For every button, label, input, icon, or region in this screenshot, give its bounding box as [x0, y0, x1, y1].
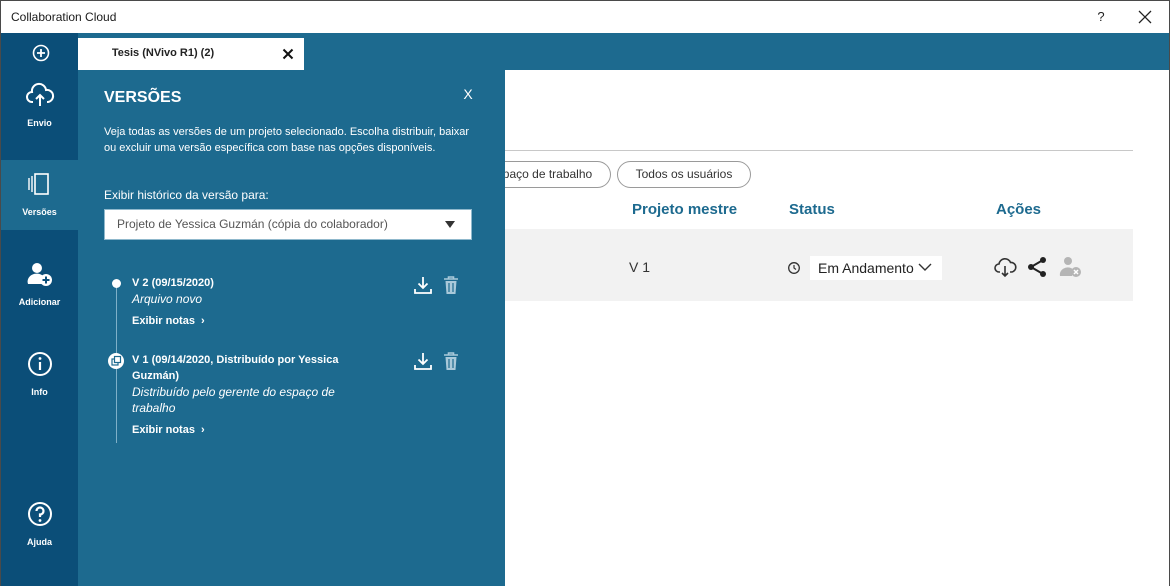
panel-title: VERSÕES — [104, 89, 182, 106]
sidebar-item-versoes[interactable]: Versões — [1, 160, 78, 230]
caret-down-icon — [445, 221, 455, 228]
copy-version-icon — [108, 353, 124, 369]
info-icon — [28, 352, 52, 376]
versions-icon — [28, 173, 49, 195]
show-notes-label: Exibir notas — [132, 315, 195, 327]
help-button[interactable]: ? — [1091, 7, 1111, 27]
app-title: Collaboration Cloud — [11, 10, 117, 24]
share-icon[interactable] — [1025, 255, 1049, 279]
cloud-download-icon[interactable] — [993, 255, 1017, 279]
column-header-master: Projeto mestre — [632, 201, 738, 218]
chevron-down-icon — [918, 263, 932, 271]
chevron-right-icon: › — [200, 424, 205, 436]
add-user-icon — [27, 263, 52, 286]
tab-strip: Tesis (NVivo R1) (2) — [1, 33, 1169, 70]
download-icon[interactable] — [413, 351, 433, 371]
sidebar-item-label: Envio — [27, 118, 52, 128]
version-subtitle: Distribuído pelo gerente do espaço de tr… — [132, 385, 335, 415]
remove-user-icon[interactable] — [1058, 255, 1082, 279]
title-bar: Collaboration Cloud ? — [1, 1, 1169, 33]
show-notes-link[interactable]: Exibir notas › — [132, 422, 352, 438]
sidebar-item-label: Info — [31, 387, 48, 397]
trash-icon[interactable] — [442, 275, 460, 295]
show-notes-link[interactable]: Exibir notas › — [132, 313, 372, 329]
main-content: paço de trabalho Todos os usuários Proje… — [485, 70, 1169, 586]
master-version: V 1 — [629, 259, 651, 275]
version-item: V 1 (09/14/2020, Distribuído por Yessica… — [132, 352, 352, 438]
project-select[interactable]: Projeto de Yessica Guzmán (cópia do cola… — [104, 209, 472, 240]
versions-panel: VERSÕES X Veja todas as versões de um pr… — [78, 70, 505, 586]
sidebar-item-info[interactable]: Info — [1, 340, 78, 410]
filter-all-users-button[interactable]: Todos os usuários — [617, 161, 751, 188]
version-heading: V 1 (09/14/2020, Distribuído por Yessica… — [132, 354, 339, 382]
panel-close-button[interactable]: X — [461, 86, 475, 104]
divider — [505, 150, 1133, 151]
close-icon — [1138, 10, 1152, 24]
timeline-dot — [112, 279, 121, 288]
sidebar-item-ajuda[interactable]: Ajuda — [1, 490, 78, 560]
status-select[interactable]: Em Andamento — [810, 256, 942, 280]
tab-close-icon[interactable] — [282, 48, 294, 60]
window-close-button[interactable] — [1134, 7, 1156, 27]
column-header-actions: Ações — [996, 201, 1042, 218]
panel-description: Veja todas as versões de um projeto sele… — [104, 126, 470, 154]
help-icon — [28, 502, 52, 526]
status-value: Em Andamento — [818, 260, 914, 276]
trash-icon[interactable] — [442, 351, 460, 371]
download-icon[interactable] — [413, 275, 433, 295]
sidebar-item-adicionar[interactable]: Adicionar — [1, 250, 78, 320]
show-notes-label: Exibir notas — [132, 424, 195, 436]
chevron-right-icon: › — [200, 315, 205, 327]
project-tab[interactable]: Tesis (NVivo R1) (2) — [78, 38, 304, 70]
project-select-value: Projeto de Yessica Guzmán (cópia do cola… — [117, 217, 388, 231]
sidebar-item-label: Versões — [22, 207, 57, 217]
cloud-upload-icon — [26, 82, 55, 106]
column-header-status: Status — [789, 201, 835, 218]
version-heading: V 2 (09/15/2020) — [132, 277, 214, 289]
project-tab-label: Tesis (NVivo R1) (2) — [111, 47, 215, 59]
add-project-icon[interactable] — [32, 44, 50, 62]
table-row: V 1 Em Andamento — [505, 229, 1133, 301]
sidebar: Envio Versões Adicionar Info Ajuda — [1, 33, 78, 586]
sidebar-item-label: Ajuda — [26, 537, 52, 547]
clock-icon — [788, 262, 800, 274]
history-label: Exibir histórico da versão para: — [104, 188, 269, 202]
sidebar-item-envio[interactable]: Envio — [1, 71, 78, 141]
version-item: V 2 (09/15/2020) Arquivo novo Exibir not… — [132, 275, 372, 329]
app-window: Collaboration Cloud ? Tesis (NVivo R1) (… — [0, 0, 1170, 586]
sidebar-item-label: Adicionar — [18, 297, 61, 307]
version-subtitle: Arquivo novo — [132, 292, 203, 306]
